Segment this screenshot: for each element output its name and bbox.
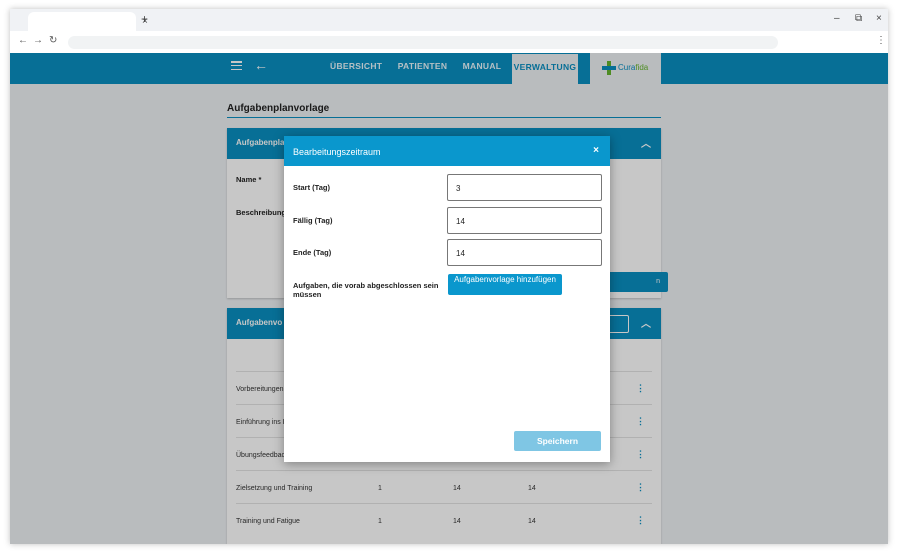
browser-window: × + – ⧉ × ← → ↻ ⋮ ← ÜBERSICHT PATIENTEN … xyxy=(10,9,888,544)
back-arrow-icon[interactable]: ← xyxy=(18,35,28,46)
close-icon[interactable]: × xyxy=(593,145,599,156)
browser-toolbar: ← → ↻ ⋮ xyxy=(10,31,888,53)
tab-strip: × + – ⧉ × xyxy=(10,9,888,31)
reload-icon[interactable]: ↻ xyxy=(49,35,57,46)
minimize-icon[interactable]: – xyxy=(834,13,840,24)
prerequisite-tasks-label: Aufgaben, die vorab abgeschlossen sein m… xyxy=(293,281,439,299)
due-day-input[interactable]: 14 xyxy=(447,207,602,234)
browser-tab[interactable]: × xyxy=(28,12,148,31)
app-viewport: ← ÜBERSICHT PATIENTEN MANUAL VERWALTUNG … xyxy=(10,53,888,544)
end-day-input[interactable]: 14 xyxy=(447,239,602,266)
edit-period-dialog: Bearbeitungszeitraum × Start (Tag) 3 Fäl… xyxy=(284,136,610,462)
browser-menu-icon[interactable]: ⋮ xyxy=(876,35,886,46)
dialog-header: Bearbeitungszeitraum × xyxy=(284,136,610,166)
address-bar[interactable] xyxy=(68,36,778,49)
add-task-template-button[interactable]: Aufgabenvorlage hinzufügen xyxy=(448,274,562,295)
end-day-label: Ende (Tag) xyxy=(293,248,332,257)
start-day-label: Start (Tag) xyxy=(293,183,330,192)
restore-icon[interactable]: ⧉ xyxy=(855,13,862,24)
new-tab-icon[interactable]: + xyxy=(141,12,148,26)
save-button[interactable]: Speichern xyxy=(514,431,601,451)
window-close-icon[interactable]: × xyxy=(876,13,882,24)
start-day-input[interactable]: 3 xyxy=(447,174,602,201)
forward-arrow-icon[interactable]: → xyxy=(33,35,43,46)
due-day-label: Fällig (Tag) xyxy=(293,216,333,225)
dialog-title: Bearbeitungszeitraum xyxy=(293,147,381,157)
